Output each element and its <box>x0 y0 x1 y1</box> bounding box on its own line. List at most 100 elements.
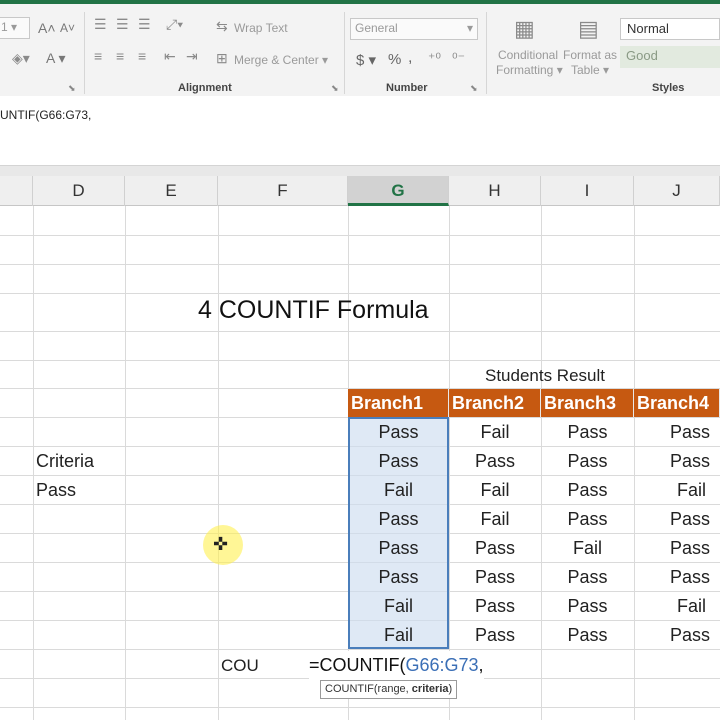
align-top-icon[interactable]: ☰ <box>94 16 107 33</box>
column-header-e[interactable]: E <box>125 176 218 206</box>
alignment-group-label: Alignment <box>178 82 232 94</box>
separator <box>486 12 487 94</box>
format-as-table-icon[interactable]: ▤ <box>578 16 599 42</box>
table-cell[interactable]: Pass <box>634 505 720 534</box>
cell-cursor-icon: ✜ <box>213 534 229 554</box>
decrease-font-size-button[interactable]: A˅ <box>60 21 75 35</box>
gridline <box>33 206 34 720</box>
table-cell[interactable]: Pass <box>541 592 634 621</box>
table-cell[interactable]: Pass <box>634 563 720 592</box>
align-bottom-icon[interactable]: ☰ <box>138 16 151 33</box>
column-header-c[interactable] <box>0 176 33 206</box>
table-cell[interactable]: Pass <box>541 505 634 534</box>
orientation-icon[interactable]: ⤢▾ <box>166 16 183 33</box>
comma-format-button[interactable]: , <box>408 49 412 67</box>
table-cell[interactable]: Fail <box>449 418 541 447</box>
number-format-dropdown[interactable]: General ▾ <box>350 18 478 40</box>
separator <box>84 12 85 94</box>
column-header-g[interactable]: G <box>348 176 449 206</box>
font-dialog-launcher-icon[interactable]: ⬊ <box>68 83 76 94</box>
table-cell[interactable]: Pass <box>348 534 449 563</box>
column-header-h[interactable]: H <box>449 176 541 206</box>
criteria-label[interactable]: Criteria <box>36 447 125 476</box>
merge-center-icon[interactable]: ⊞ <box>216 50 228 67</box>
styles-group-label: Styles <box>652 82 685 94</box>
table-cell[interactable]: Pass <box>348 505 449 534</box>
percent-format-button[interactable]: % <box>388 51 401 68</box>
table-header[interactable]: Branch4 <box>634 389 720 417</box>
increase-font-size-button[interactable]: A˄ <box>38 20 56 36</box>
table-cell[interactable]: Fail <box>449 476 541 505</box>
table-cell[interactable]: Fail <box>634 592 720 621</box>
table-cell[interactable]: Pass <box>634 418 720 447</box>
fill-color-icon[interactable]: ◈▾ <box>12 50 30 67</box>
conditional-formatting-icon[interactable]: ▦ <box>514 16 535 42</box>
cou-label[interactable]: COU <box>221 651 259 680</box>
table-cell[interactable]: Pass <box>541 447 634 476</box>
function-tooltip[interactable]: COUNTIF(range, criteria) <box>320 680 458 699</box>
gridline <box>0 707 720 708</box>
style-normal[interactable]: Normal <box>620 18 720 40</box>
formula-bar-text[interactable]: UNTIF(G66:G73, <box>0 108 91 122</box>
table-cell[interactable]: Pass <box>634 534 720 563</box>
table-cell[interactable]: Pass <box>449 592 541 621</box>
table-header[interactable]: Branch1 <box>348 389 449 417</box>
increase-indent-icon[interactable]: ⇥ <box>186 48 198 65</box>
wrap-text-icon[interactable]: ⇆ <box>216 18 228 35</box>
font-color-button[interactable]: A ▾ <box>46 50 66 67</box>
column-header-f[interactable]: F <box>218 176 348 206</box>
table-header[interactable]: Branch3 <box>541 389 634 417</box>
formula-prefix: =COUNTIF( <box>309 655 406 675</box>
table-cell[interactable]: Pass <box>541 476 634 505</box>
align-middle-icon[interactable]: ☰ <box>116 16 129 33</box>
decrease-decimal-icon[interactable]: ⁰⁻ <box>452 50 465 67</box>
table-cell[interactable]: Pass <box>449 621 541 650</box>
alignment-dialog-launcher-icon[interactable]: ⬊ <box>331 83 339 94</box>
table-cell[interactable]: Pass <box>348 447 449 476</box>
number-dialog-launcher-icon[interactable]: ⬊ <box>470 83 478 94</box>
align-right-icon[interactable]: ≡ <box>138 48 146 64</box>
tooltip-current-arg: criteria <box>411 683 449 695</box>
tooltip-function: COUNTIF(range, <box>325 683 412 695</box>
style-good[interactable]: Good <box>620 46 720 68</box>
sheet-gap <box>0 166 720 176</box>
table-cell[interactable]: Pass <box>348 418 449 447</box>
table-cell[interactable]: Pass <box>348 563 449 592</box>
merge-center-button[interactable]: Merge & Center ▾ <box>234 53 328 67</box>
table-header[interactable]: Branch2 <box>449 389 541 417</box>
worksheet-grid[interactable]: 4 COUNTIF Formula Students Result Branch… <box>0 206 720 720</box>
table-cell[interactable]: Pass <box>449 447 541 476</box>
cell-formula-editor[interactable]: =COUNTIF(G66:G73, <box>309 651 484 680</box>
table-cell[interactable]: Fail <box>634 476 720 505</box>
table-cell[interactable]: Pass <box>634 621 720 650</box>
column-header-i[interactable]: I <box>541 176 634 206</box>
table-cell[interactable]: Pass <box>634 447 720 476</box>
currency-format-button[interactable]: $ ▾ <box>356 51 376 69</box>
formula-bar[interactable]: UNTIF(G66:G73, <box>0 96 720 166</box>
table-cell[interactable]: Pass <box>541 418 634 447</box>
table-cell[interactable]: Pass <box>541 621 634 650</box>
gridline <box>125 206 126 720</box>
formula-suffix: , <box>478 655 484 675</box>
criteria-value[interactable]: Pass <box>36 476 125 505</box>
table-cell[interactable]: Fail <box>449 505 541 534</box>
column-header-j[interactable]: J <box>634 176 720 206</box>
tooltip-close: ) <box>448 683 453 695</box>
decrease-indent-icon[interactable]: ⇤ <box>164 48 176 65</box>
align-left-icon[interactable]: ≡ <box>94 48 102 64</box>
table-cell[interactable]: Fail <box>348 592 449 621</box>
table-cell[interactable]: Pass <box>541 563 634 592</box>
table-cell[interactable]: Fail <box>541 534 634 563</box>
table-cell[interactable]: Fail <box>348 621 449 650</box>
conditional-formatting-button[interactable]: Conditional Formatting ▾ <box>496 48 563 78</box>
increase-decimal-icon[interactable]: ⁺⁰ <box>428 50 441 67</box>
table-cell[interactable]: Pass <box>449 563 541 592</box>
format-as-table-button[interactable]: Format as Table ▾ <box>562 48 618 78</box>
table-cell[interactable]: Fail <box>348 476 449 505</box>
align-center-icon[interactable]: ≡ <box>116 48 124 64</box>
wrap-text-button[interactable]: Wrap Text <box>234 21 288 35</box>
table-cell[interactable]: Pass <box>449 534 541 563</box>
column-header-d[interactable]: D <box>33 176 125 206</box>
ribbon: 1 ▾ A˄ A˅ ◈▾ A ▾ ⬊ ☰ ☰ ☰ ⤢▾ ⇆ Wrap Text … <box>0 0 720 96</box>
font-size-dropdown[interactable]: 1 ▾ <box>0 17 30 39</box>
